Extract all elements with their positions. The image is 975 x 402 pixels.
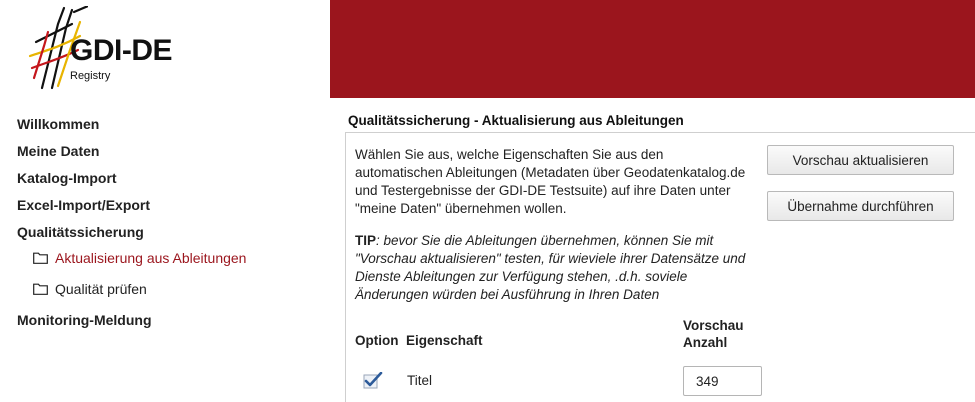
tip-body: : bevor Sie die Ableitungen übernehmen, … [355,233,746,302]
sidebar-subitem-aktualisierung[interactable]: Aktualisierung aus Ableitungen [33,250,246,266]
preview-update-button[interactable]: Vorschau aktualisieren [767,145,954,175]
sidebar-subitem-label: Aktualisierung aus Ableitungen [55,250,247,266]
table-row-property: Titel [407,373,433,388]
folder-icon [33,252,48,264]
tip-label: TIP [355,233,377,248]
sidebar-item-meine-daten[interactable]: Meine Daten [17,143,99,159]
intro-text: Wählen Sie aus, welche Eigenschaften Sie… [355,147,746,216]
sidebar-item-katalog-import[interactable]: Katalog-Import [17,170,117,186]
column-header-option: Option [355,333,399,348]
sidebar-item-excel-import-export[interactable]: Excel-Import/Export [17,197,150,213]
sidebar-item-willkommen[interactable]: Willkommen [17,116,99,132]
checkbox-checked-icon[interactable] [363,372,383,390]
logo-subtitle: Registry [70,70,111,82]
tip-text: TIP: bevor Sie die Ableitungen übernehme… [355,232,755,304]
folder-icon [33,283,48,295]
header-banner [330,0,975,98]
sidebar-item-qualitaetssicherung[interactable]: Qualitätssicherung [17,224,144,240]
sidebar-subitem-qualitaet-pruefen[interactable]: Qualität prüfen [33,281,147,297]
column-header-preview-count: Vorschau Anzahl [683,318,744,350]
sidebar-subitem-label: Qualität prüfen [55,281,147,297]
column-header-property: Eigenschaft [406,333,483,348]
page-title: Qualitätssicherung - Aktualisierung aus … [348,113,684,128]
apply-button[interactable]: Übernahme durchführen [767,191,954,221]
gdi-de-logo[interactable]: GDI-DE Registry [28,6,198,90]
preview-count-field[interactable] [683,366,762,396]
logo-title: GDI-DE [70,34,173,67]
sidebar-item-monitoring-meldung[interactable]: Monitoring-Meldung [17,312,152,328]
